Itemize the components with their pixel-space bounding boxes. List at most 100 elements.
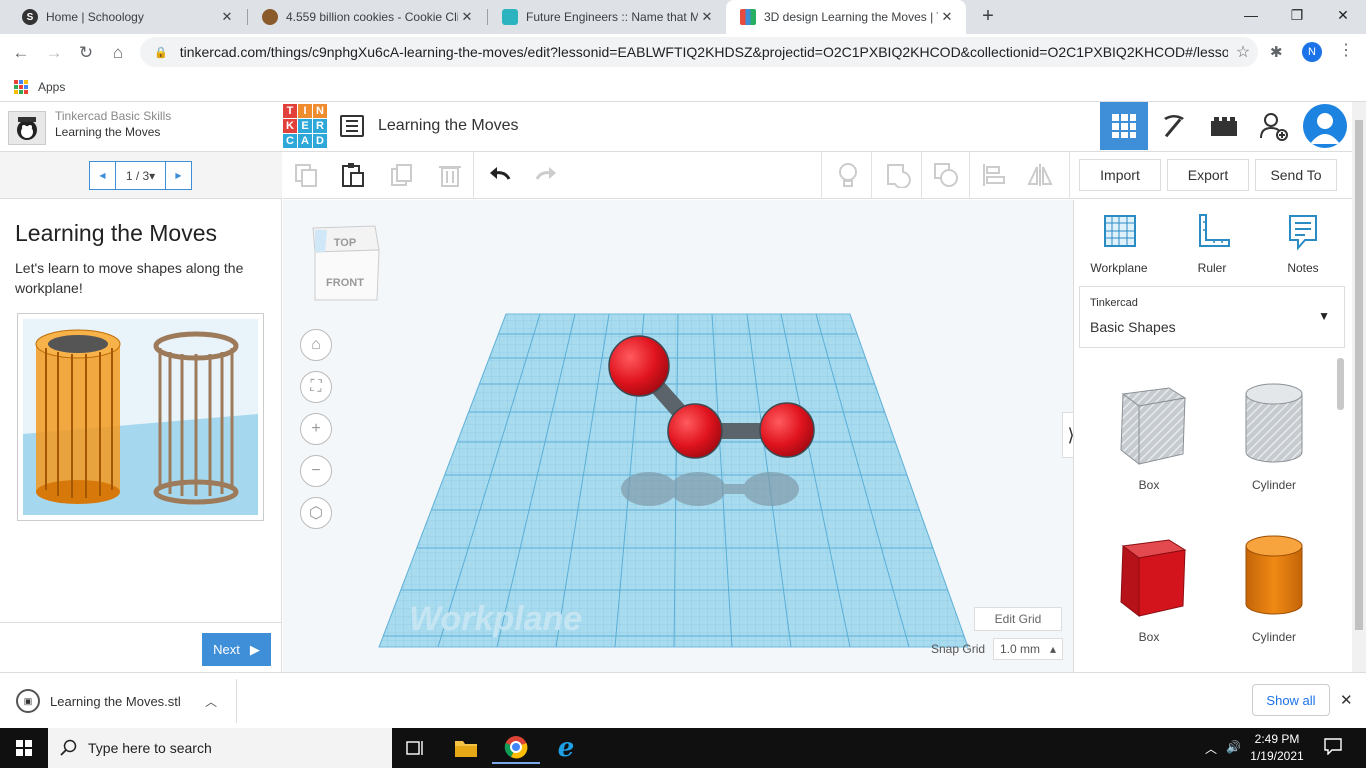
volume-icon[interactable]: 🔊 — [1226, 740, 1241, 754]
notes-tool[interactable]: Notes — [1268, 212, 1338, 275]
mirror-icon[interactable] — [1027, 162, 1053, 188]
perspective-button[interactable]: ⬡ — [300, 497, 332, 529]
download-bar: ▣ Learning the Moves.stl ︿ Show all ✕ — [0, 672, 1366, 728]
profile-avatar[interactable]: N — [1302, 42, 1322, 62]
export-button[interactable]: Export — [1167, 159, 1249, 191]
close-tab-icon[interactable]: ✕ — [218, 9, 236, 25]
ruler-tool[interactable]: Ruler — [1177, 212, 1247, 275]
atom[interactable] — [667, 403, 723, 459]
close-tab-icon[interactable]: ✕ — [698, 9, 716, 25]
atom[interactable] — [608, 335, 670, 397]
step-selector[interactable]: 1 / 3▾ — [115, 162, 166, 189]
tray-chevron-icon[interactable]: ︿ — [1205, 740, 1217, 757]
file-explorer-button[interactable] — [442, 732, 490, 764]
library-scrollbar[interactable] — [1337, 358, 1345, 668]
new-tab-button[interactable]: + — [976, 4, 1000, 28]
workplane-canvas[interactable]: Workplane TOP FRONT — [283, 200, 1073, 672]
apps-icon[interactable] — [14, 79, 28, 94]
start-button[interactable] — [0, 728, 48, 768]
reload-icon[interactable]: ↻ — [74, 41, 98, 65]
prev-step-icon[interactable]: ◀ — [90, 162, 115, 189]
show-all-button[interactable]: Show all — [1252, 684, 1330, 716]
duplicate-icon[interactable] — [389, 162, 415, 188]
page-scrollbar[interactable] — [1352, 102, 1366, 672]
browser-tab-schoology[interactable]: S Home | Schoology ✕ — [8, 0, 246, 34]
redo-icon[interactable] — [533, 162, 559, 188]
apps-bookmark[interactable]: Apps — [38, 80, 65, 94]
user-avatar[interactable] — [1303, 104, 1347, 148]
shapes-panel: Workplane Ruler Notes Tinkercad Basic Sh… — [1073, 200, 1352, 672]
shape-library-select[interactable]: Tinkercad Basic Shapes ▼ — [1079, 286, 1345, 348]
mascot-icon — [17, 117, 37, 140]
ungroup-icon[interactable] — [933, 162, 959, 188]
caret-up-icon: ▴ — [1049, 642, 1056, 656]
edit-grid-button[interactable]: Edit Grid — [974, 607, 1062, 631]
system-clock[interactable]: 2:49 PM 1/19/2021 — [1244, 731, 1310, 765]
3d-design-view-button[interactable] — [1100, 102, 1148, 150]
3d-viewport[interactable]: Workplane TOP FRONT ⌂ ⛶ + − ⬡ Edit Grid … — [283, 200, 1073, 672]
tinkercad-logo[interactable]: T I N K E R C A D — [283, 104, 327, 148]
shape-cylinder-solid[interactable]: Cylinder — [1224, 532, 1324, 644]
delete-icon[interactable] — [437, 162, 463, 188]
home-icon[interactable]: ⌂ — [106, 41, 130, 65]
design-title[interactable]: Learning the Moves — [378, 117, 519, 135]
action-center-icon — [1324, 738, 1342, 756]
browser-menu-icon[interactable]: ⋮ — [1338, 40, 1354, 60]
browser-tab-tinkercad[interactable]: 3D design Learning the Moves | T ✕ — [726, 0, 966, 34]
align-icon[interactable] — [981, 162, 1007, 188]
logo-letter: I — [298, 104, 312, 118]
snap-grid-select[interactable]: 1.0 mm ▴ — [993, 638, 1063, 660]
close-download-bar-icon[interactable]: ✕ — [1340, 691, 1353, 709]
extensions-icon[interactable]: ✱ — [1270, 43, 1283, 61]
minimize-icon[interactable]: — — [1228, 0, 1274, 30]
undo-icon[interactable] — [487, 162, 513, 188]
import-button[interactable]: Import — [1079, 159, 1161, 191]
send-to-button[interactable]: Send To — [1255, 159, 1337, 191]
ie-taskbar-button[interactable]: e — [542, 732, 590, 764]
task-view-icon — [406, 741, 423, 755]
chevron-up-icon[interactable]: ︿ — [205, 693, 217, 710]
browser-tab-cookie-clicker[interactable]: 4.559 billion cookies - Cookie Clic ✕ — [248, 0, 486, 34]
copy-icon[interactable] — [293, 162, 319, 188]
window-close-icon[interactable]: ✕ — [1320, 0, 1366, 30]
atom[interactable] — [759, 402, 815, 458]
back-icon[interactable]: ← — [9, 41, 33, 65]
taskbar-search[interactable]: Type here to search — [48, 728, 392, 768]
browser-tab-future-engineers[interactable]: Future Engineers :: Name that Mo ✕ — [488, 0, 726, 34]
lock-icon: 🔒 — [154, 46, 168, 59]
address-bar[interactable]: 🔒 tinkercad.com/things/c9nphgXu6cA-learn… — [140, 37, 1258, 67]
share-user-button[interactable] — [1250, 102, 1298, 150]
fit-view-button[interactable]: ⛶ — [300, 371, 332, 403]
download-item[interactable]: ▣ Learning the Moves.stl ︿ — [0, 679, 237, 723]
close-tab-icon[interactable]: ✕ — [938, 9, 956, 25]
url-text[interactable]: tinkercad.com/things/c9nphgXu6cA-learnin… — [180, 44, 1228, 60]
bricks-button[interactable] — [1200, 102, 1248, 150]
paste-icon[interactable] — [340, 162, 366, 188]
next-button[interactable]: Next ▶ — [202, 633, 271, 666]
next-step-icon[interactable]: ▶ — [166, 162, 191, 189]
view-cube-front[interactable]: FRONT — [326, 277, 364, 289]
close-tab-icon[interactable]: ✕ — [458, 9, 476, 25]
view-cube-top[interactable]: TOP — [334, 237, 356, 249]
shape-box-hole[interactable]: Box — [1099, 380, 1199, 492]
lightbulb-icon[interactable] — [835, 162, 861, 188]
shape-cylinder-hole[interactable]: Cylinder — [1224, 380, 1324, 492]
codeblocks-button[interactable] — [1150, 102, 1198, 150]
design-list-icon[interactable] — [340, 115, 364, 137]
home-view-button[interactable]: ⌂ — [300, 329, 332, 361]
view-cube[interactable]: TOP FRONT — [312, 225, 380, 301]
logo-letter: D — [313, 134, 327, 148]
zoom-in-button[interactable]: + — [300, 413, 332, 445]
task-view-button[interactable] — [392, 732, 440, 764]
zoom-out-button[interactable]: − — [300, 455, 332, 487]
forward-icon[interactable]: → — [42, 41, 66, 65]
workplane-tool[interactable]: Workplane — [1084, 212, 1154, 275]
file-icon: ▣ — [16, 689, 40, 713]
shape-box-solid[interactable]: Box — [1099, 532, 1199, 644]
bookmark-star-icon[interactable]: ☆ — [1228, 42, 1258, 62]
group-icon[interactable] — [885, 162, 911, 188]
notifications-icon[interactable] — [1324, 737, 1342, 758]
next-label: Next — [213, 642, 240, 657]
chrome-taskbar-button[interactable] — [492, 732, 540, 764]
maximize-icon[interactable]: ❐ — [1274, 0, 1320, 30]
